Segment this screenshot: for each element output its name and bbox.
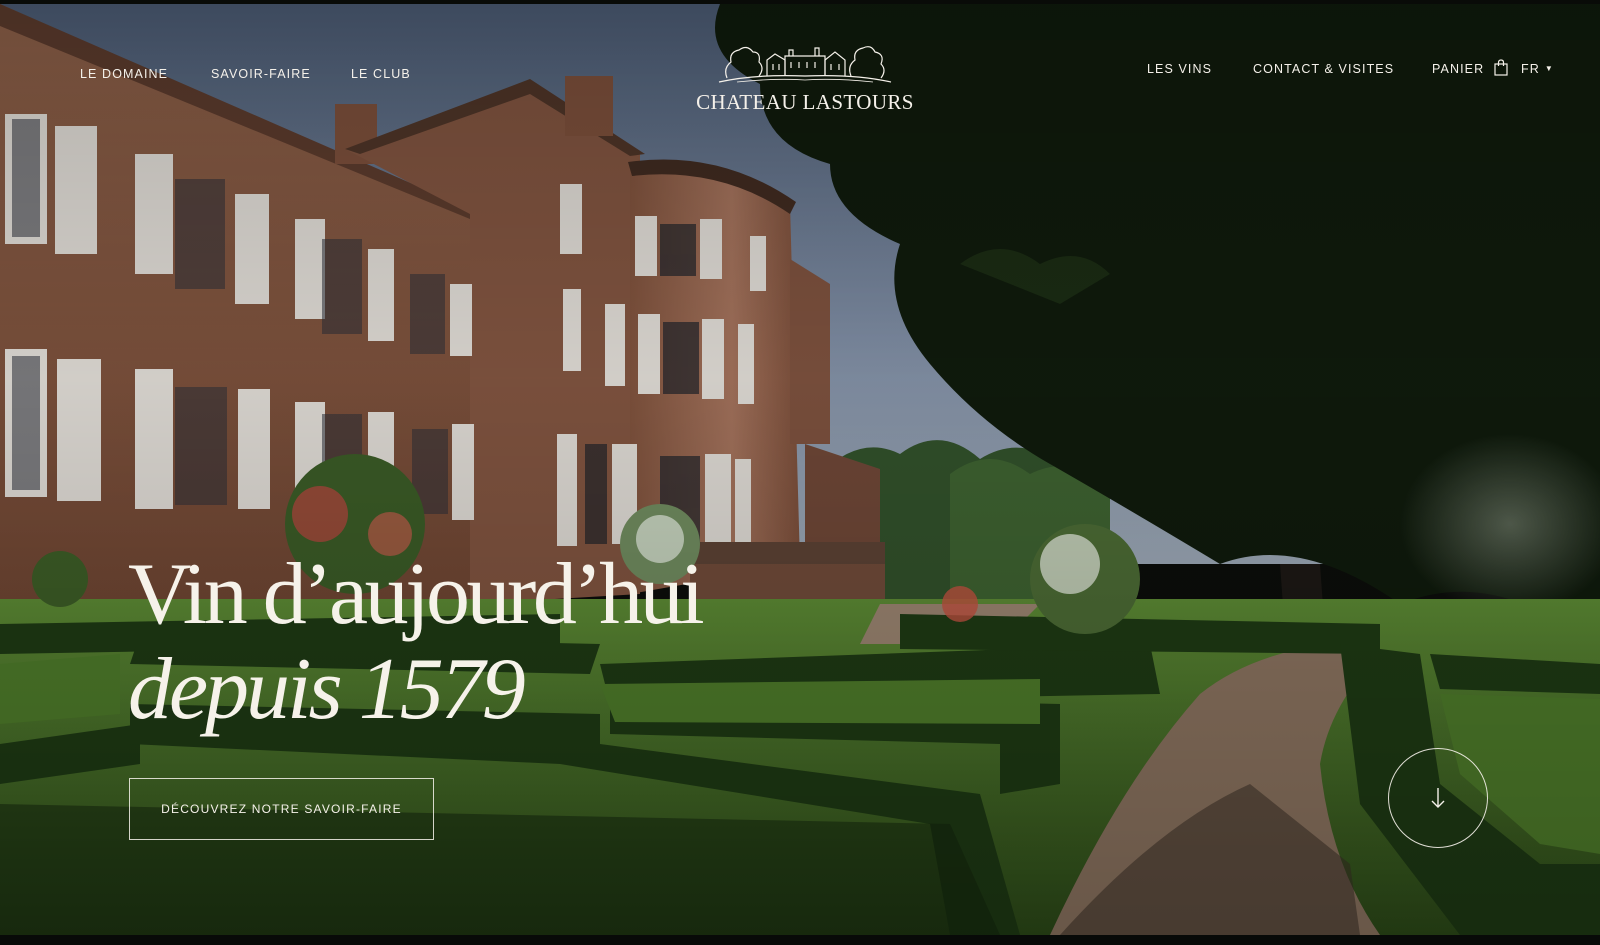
cta-label: DÉCOUVREZ NOTRE SAVOIR-FAIRE [161, 802, 402, 816]
nav-link-le-club[interactable]: LE CLUB [351, 67, 411, 81]
scroll-down-button[interactable] [1388, 748, 1488, 848]
language-label: FR [1521, 62, 1540, 76]
cart-label: PANIER [1432, 62, 1485, 76]
arrow-down-icon [1431, 788, 1445, 808]
cart-button[interactable]: PANIER [1432, 59, 1508, 76]
chateau-emblem-icon [718, 46, 892, 83]
language-selector[interactable]: FR ▼ [1521, 62, 1554, 76]
discover-savoir-faire-button[interactable]: DÉCOUVREZ NOTRE SAVOIR-FAIRE [129, 778, 434, 840]
headline-line-2: depuis 1579 [128, 641, 526, 738]
nav-link-le-domaine[interactable]: LE DOMAINE [80, 67, 168, 81]
headline-line-1: Vin d’aujourd’hui [128, 546, 705, 643]
caret-down-icon: ▼ [1544, 64, 1554, 73]
site-logo[interactable]: CHATEAU LASTOURS [690, 38, 920, 120]
hero-section: LE DOMAINE SAVOIR-FAIRE LE CLUB CHATEAU … [0, 0, 1600, 945]
nav-link-contact-visites[interactable]: CONTACT & VISITES [1253, 62, 1394, 76]
logo-text: CHATEAU LASTOURS [696, 90, 914, 114]
shopping-bag-icon [1494, 59, 1508, 76]
nav-link-savoir-faire[interactable]: SAVOIR-FAIRE [211, 67, 311, 81]
hero-headline: Vin d’aujourd’hui depuis 1579 [128, 546, 705, 738]
nav-link-les-vins[interactable]: LES VINS [1147, 62, 1212, 76]
